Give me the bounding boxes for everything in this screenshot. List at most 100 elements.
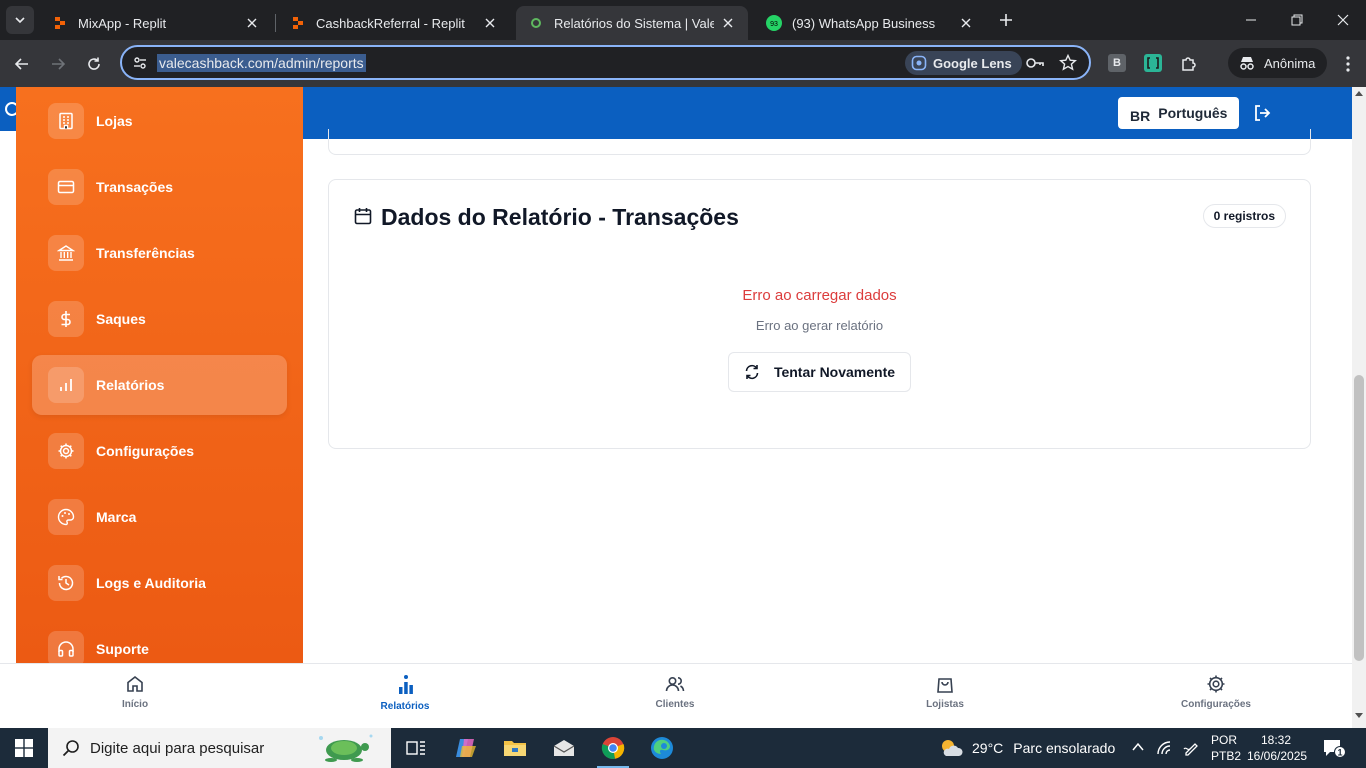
star-icon[interactable]	[1059, 53, 1077, 77]
svg-text:93: 93	[770, 21, 778, 28]
replit-icon	[290, 15, 306, 31]
url-text[interactable]: valecashback.com/admin/reports	[157, 54, 366, 72]
scroll-down-icon[interactable]	[1355, 713, 1363, 718]
close-window-button[interactable]	[1320, 0, 1366, 40]
sidebar-item-logs[interactable]: Logs e Auditoria	[32, 553, 287, 613]
sidebar-item-relatorios[interactable]: Relatórios	[32, 355, 287, 415]
weather-temperature: 29°C	[972, 740, 1004, 756]
restore-button[interactable]	[1274, 0, 1320, 40]
sidebar-item-label: Transferências	[96, 245, 195, 261]
sidebar-item-suporte[interactable]: Suporte	[32, 619, 287, 663]
svg-text:1: 1	[1337, 748, 1342, 758]
partly-sunny-icon	[942, 740, 963, 756]
sidebar-item-label: Suporte	[96, 641, 149, 657]
site-info-icon[interactable]	[132, 55, 148, 76]
page-left-strip	[0, 87, 16, 663]
browser-tab-active[interactable]: Relatórios do Sistema | Vale Cas	[516, 6, 748, 40]
extensions-puzzle-icon[interactable]	[1180, 54, 1198, 72]
gear-icon	[1207, 675, 1225, 693]
logout-button[interactable]	[1251, 102, 1273, 124]
weather-widget[interactable]: 29°C Parc ensolarado	[938, 728, 1115, 768]
retry-button[interactable]: Tentar Novamente	[728, 352, 911, 392]
extension-bracket-icon[interactable]	[1144, 54, 1162, 72]
history-icon	[48, 565, 84, 601]
bottom-nav-configuracoes[interactable]: Configurações	[1156, 674, 1276, 710]
sidebar-item-transacoes[interactable]: Transações	[32, 157, 287, 217]
windows-taskbar: Digite aqui para pesquisar 29°C Parc ens…	[0, 728, 1366, 768]
pen-icon[interactable]	[1183, 740, 1199, 761]
back-button[interactable]	[8, 50, 36, 78]
language-code: BR	[1130, 108, 1151, 124]
chrome-button[interactable]	[589, 728, 637, 768]
chevron-up-icon[interactable]	[1131, 740, 1145, 759]
close-icon[interactable]	[720, 15, 736, 31]
browser-tab[interactable]: MixApp - Replit	[40, 6, 272, 40]
scrollbar-thumb[interactable]	[1354, 375, 1364, 661]
sidebar-item-lojas[interactable]: Lojas	[32, 91, 287, 151]
browser-tab-strip: MixApp - Replit CashbackReferral - Repli…	[0, 0, 1366, 40]
file-explorer-button[interactable]	[491, 728, 539, 768]
sidebar-item-marca[interactable]: Marca	[32, 487, 287, 547]
retry-label: Tentar Novamente	[773, 364, 896, 380]
reload-icon	[88, 57, 100, 70]
key-icon[interactable]	[1025, 54, 1045, 77]
reload-button[interactable]	[80, 50, 108, 78]
copilot-icon	[456, 739, 476, 757]
edge-button[interactable]	[638, 728, 686, 768]
system-clock[interactable]: 18:32 16/06/2025	[1247, 732, 1307, 764]
bottom-nav-relatorios[interactable]: Relatórios	[345, 674, 465, 712]
error-title: Erro ao carregar dados	[742, 287, 897, 304]
browser-tab[interactable]: 93 (93) WhatsApp Business	[754, 6, 986, 40]
records-badge: 0 registros	[1202, 204, 1286, 228]
close-icon[interactable]	[244, 15, 260, 31]
notification-center-button[interactable]: 1	[1322, 738, 1346, 763]
shopping-bag-icon	[937, 678, 953, 693]
wifi-icon[interactable]	[1156, 740, 1172, 761]
bottom-nav-inicio[interactable]: Início	[75, 674, 195, 710]
close-icon	[1337, 14, 1349, 26]
search-icon	[62, 740, 79, 757]
incognito-profile-button[interactable]: Anônima	[1228, 48, 1328, 78]
sidebar-item-transferencias[interactable]: Transferências	[32, 223, 287, 283]
task-view-button[interactable]	[392, 728, 440, 768]
bottom-nav-clientes[interactable]: Clientes	[615, 674, 735, 710]
tab-title: (93) WhatsApp Business	[792, 15, 936, 31]
sidebar-item-label: Marca	[96, 509, 137, 525]
address-bar[interactable]: valecashback.com/admin/reports Google Le…	[120, 45, 1091, 80]
browser-tab[interactable]: CashbackReferral - Replit	[278, 6, 510, 40]
minimize-button[interactable]	[1228, 0, 1274, 40]
browser-menu-button[interactable]	[1334, 50, 1362, 78]
bottom-nav-label: Configurações	[1180, 699, 1251, 710]
notification-icon: 1	[1324, 740, 1346, 758]
bottom-nav-lojistas[interactable]: Lojistas	[885, 674, 1005, 710]
input-language[interactable]: POR PTB2	[1211, 732, 1241, 764]
language-line-1: POR	[1211, 733, 1238, 747]
page-scrollbar-lower[interactable]	[1352, 663, 1366, 728]
more-vertical-icon	[1346, 56, 1350, 72]
copilot-button[interactable]	[442, 728, 490, 768]
scroll-up-icon[interactable]	[1355, 91, 1363, 96]
taskbar-search[interactable]: Digite aqui para pesquisar	[48, 728, 391, 768]
start-button[interactable]	[0, 728, 48, 768]
sidebar-item-saques[interactable]: Saques	[32, 289, 287, 349]
header-corner	[0, 87, 16, 131]
mail-button[interactable]	[540, 728, 588, 768]
extension-b-icon[interactable]: B	[1108, 54, 1126, 72]
forward-button[interactable]	[44, 50, 72, 78]
gear-icon	[48, 433, 84, 469]
tab-search-button[interactable]	[6, 6, 34, 34]
filters-card	[328, 129, 1311, 155]
language-selector[interactable]: BR Português	[1118, 97, 1240, 129]
lens-label: Google Lens	[933, 55, 1012, 71]
minimize-icon	[1246, 19, 1256, 21]
google-lens-button[interactable]: Google Lens	[905, 51, 1022, 75]
users-icon	[665, 676, 685, 692]
restore-icon	[1291, 14, 1303, 26]
logo-icon	[5, 102, 16, 116]
close-icon[interactable]	[958, 15, 974, 31]
language-line-2: PTB2	[1211, 749, 1242, 763]
new-tab-button[interactable]	[994, 8, 1018, 32]
sidebar-item-configuracoes[interactable]: Configurações	[32, 421, 287, 481]
close-icon[interactable]	[482, 15, 498, 31]
page-scrollbar[interactable]	[1352, 87, 1366, 663]
